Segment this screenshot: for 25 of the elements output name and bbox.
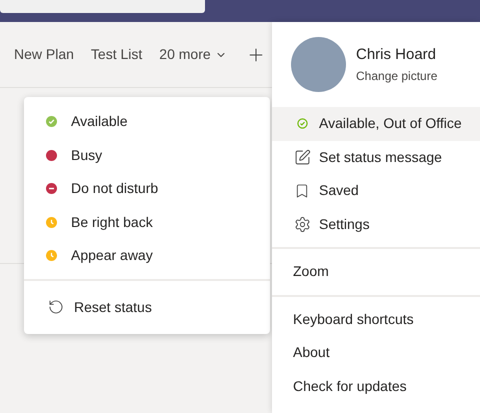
edit-icon — [294, 148, 310, 166]
profile-menu-item[interactable]: Check for updates — [272, 370, 480, 403]
status-option[interactable]: Available — [24, 105, 270, 138]
search-field[interactable] — [0, 0, 205, 13]
profile-menu-item[interactable]: Saved — [272, 174, 480, 208]
tab[interactable]: 20 more — [159, 44, 227, 65]
profile-menu-item[interactable]: Set status message — [272, 140, 480, 174]
reset-icon — [48, 299, 64, 315]
status-option[interactable]: Busy — [24, 138, 270, 172]
check-circle-icon — [296, 118, 308, 130]
tab[interactable]: Test List — [90, 44, 142, 65]
profile-menu-item[interactable]: About — [272, 336, 480, 370]
user-name: Chris Hoard — [356, 45, 438, 66]
profile-menu-item[interactable]: Settings — [272, 208, 480, 241]
reset-status-button[interactable]: Reset status — [24, 280, 270, 334]
profile-menu-item[interactable]: Keyboard shortcuts — [272, 302, 480, 336]
tab[interactable]: New Plan — [14, 44, 74, 65]
profile-menu-item[interactable]: Available, Out of Office — [272, 107, 480, 140]
status-option[interactable]: Do not disturb — [24, 172, 270, 206]
profile-menu-item[interactable]: Zoom — [272, 255, 480, 288]
status-option[interactable]: Appear away — [24, 239, 270, 272]
status-option[interactable]: Be right back — [24, 206, 270, 239]
bookmark-icon — [294, 182, 310, 199]
settings-icon — [294, 216, 310, 233]
change-picture-link[interactable]: Change picture — [356, 66, 438, 85]
